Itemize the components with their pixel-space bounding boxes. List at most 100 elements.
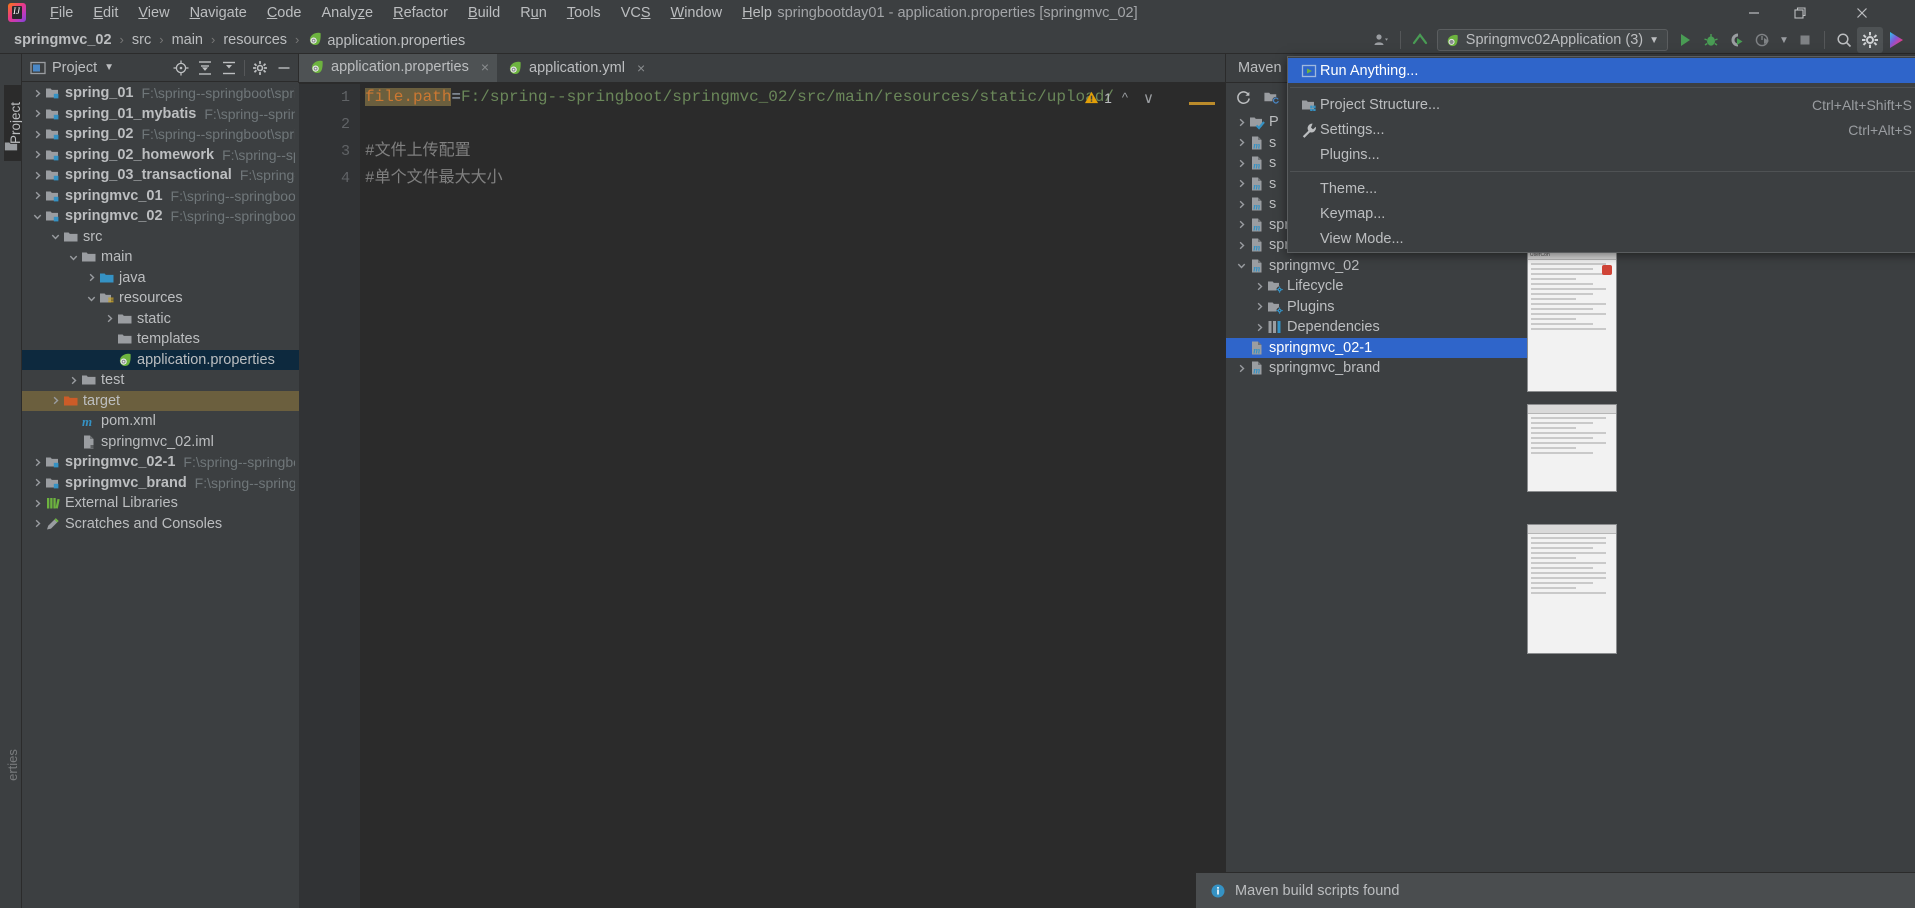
project-settings-gear-icon[interactable] [248, 56, 272, 80]
breadcrumb-item-main[interactable]: main [170, 30, 205, 50]
ide-settings-popup-menu[interactable]: Run Anything... Project Structure... Ctrl+… [1287, 56, 1915, 253]
chevron-right-icon[interactable] [30, 477, 44, 488]
tree-node-templates[interactable]: templates [22, 329, 299, 350]
code-line-2[interactable] [365, 111, 1225, 138]
tree-node-springmvc-brand[interactable]: springmvc_brand F:\spring--springbo [22, 473, 299, 494]
profiler-dropdown-icon[interactable]: ▼ [1776, 27, 1792, 53]
chevron-right-icon[interactable] [30, 149, 44, 160]
menu-item-code[interactable]: Code [257, 2, 312, 24]
menu-item-refactor[interactable]: Refactor [383, 2, 458, 24]
breadcrumb-item-src[interactable]: src [130, 30, 153, 50]
select-opened-file-button[interactable] [169, 56, 193, 80]
tree-node-resources[interactable]: resources [22, 288, 299, 309]
chevron-right-icon[interactable] [102, 313, 116, 324]
user-account-icon[interactable] [1368, 27, 1394, 53]
code-content[interactable]: file.path=F:/spring--springboot/springmv… [360, 84, 1225, 908]
close-icon[interactable]: × [481, 59, 489, 75]
menu-item-plugins[interactable]: Plugins... [1288, 142, 1915, 167]
chevron-down-icon[interactable] [48, 231, 62, 242]
menu-item-vcs[interactable]: VCS [611, 2, 661, 24]
chevron-down-icon[interactable] [66, 252, 80, 263]
settings-button[interactable] [1857, 27, 1883, 53]
preview-thumbnail-2[interactable] [1527, 404, 1617, 492]
close-button[interactable] [1839, 0, 1885, 26]
notification-bar[interactable]: Maven build scripts found [1196, 872, 1915, 908]
tree-node-src[interactable]: src [22, 227, 299, 248]
menu-item-edit[interactable]: Edit [83, 2, 128, 24]
chevron-up-icon[interactable]: ^ [1117, 90, 1133, 105]
chevron-right-icon[interactable] [30, 170, 44, 181]
chevron-down-icon[interactable] [84, 293, 98, 304]
editor-tab-application-properties[interactable]: application.properties × [299, 54, 498, 82]
menu-item-project-structure[interactable]: Project Structure... Ctrl+Alt+Shift+S [1288, 92, 1915, 117]
stop-button[interactable] [1792, 27, 1818, 53]
chevron-right-icon[interactable] [1234, 178, 1248, 189]
chevron-down-icon[interactable] [30, 211, 44, 222]
inspection-widget[interactable]: 1 ^ ∨ [1084, 84, 1161, 111]
chevron-right-icon[interactable] [1234, 199, 1248, 210]
tree-node-target[interactable]: target [22, 390, 299, 411]
chevron-down-icon[interactable]: ▼ [1649, 35, 1659, 46]
chevron-right-icon[interactable] [1234, 137, 1248, 148]
preview-thumbnail-3[interactable] [1527, 524, 1617, 654]
chevron-right-icon[interactable] [30, 190, 44, 201]
tree-node-test[interactable]: test [22, 370, 299, 391]
chevron-right-icon[interactable] [30, 108, 44, 119]
tree-node-external-libraries[interactable]: External Libraries [22, 493, 299, 514]
run-configuration-selector[interactable]: Springmvc02Application (3) ▼ [1436, 29, 1668, 51]
minimize-button[interactable] [1731, 0, 1777, 26]
preview-thumbnail-1[interactable]: UserCon [1527, 250, 1617, 392]
tree-node-static[interactable]: static [22, 309, 299, 330]
menu-item-build[interactable]: Build [458, 2, 510, 24]
chevron-right-icon[interactable] [30, 518, 44, 529]
chevron-down-icon[interactable]: ∨ [1138, 89, 1159, 107]
tree-node-spring-02-homework[interactable]: spring_02_homework F:\spring--sprin [22, 145, 299, 166]
collapse-all-button[interactable] [217, 56, 241, 80]
editor-tab-application-yml[interactable]: application.yml × [497, 54, 653, 82]
generate-sources-button[interactable] [1258, 84, 1284, 110]
tree-node-spring-02[interactable]: spring_02 F:\spring--springboot\sprin [22, 124, 299, 145]
tree-node-scratches-and-consoles[interactable]: Scratches and Consoles [22, 514, 299, 535]
tree-node-java[interactable]: java [22, 268, 299, 289]
chevron-right-icon[interactable] [1234, 158, 1248, 169]
folder-icon[interactable] [4, 139, 18, 153]
menu-item-run[interactable]: Run [510, 2, 557, 24]
tree-node-springmvc-02[interactable]: springmvc_02 F:\spring--springboot\s [22, 206, 299, 227]
tree-node-springmvc-01[interactable]: springmvc_01 F:\spring--springboot\s [22, 186, 299, 207]
search-everywhere-button[interactable] [1831, 27, 1857, 53]
chevron-right-icon[interactable] [48, 395, 62, 406]
run-with-coverage-button[interactable] [1724, 27, 1750, 53]
chevron-right-icon[interactable] [30, 129, 44, 140]
debug-button[interactable] [1698, 27, 1724, 53]
hide-panel-button[interactable] [272, 56, 296, 80]
chevron-right-icon[interactable] [1234, 363, 1248, 374]
tree-node-spring-01[interactable]: spring_01 F:\spring--springboot\spring [22, 83, 299, 104]
breadcrumb-item-application-properties[interactable]: application.properties [305, 29, 467, 51]
ide-assistant-button[interactable] [1883, 27, 1909, 53]
menu-item-theme[interactable]: Theme... [1288, 176, 1915, 201]
menu-item-settings[interactable]: Settings... Ctrl+Alt+S [1288, 117, 1915, 142]
tree-node-application-properties[interactable]: application.properties [22, 349, 299, 370]
menu-item-view-mode[interactable]: View Mode... [1288, 226, 1915, 251]
tree-node-pom-xml[interactable]: m pom.xml [22, 411, 299, 432]
chevron-right-icon[interactable] [30, 88, 44, 99]
run-button[interactable] [1672, 27, 1698, 53]
close-icon[interactable]: × [637, 60, 645, 76]
menu-item-navigate[interactable]: Navigate [180, 2, 257, 24]
project-tree[interactable]: spring_01F:\spring--springboot\springspr… [22, 83, 299, 908]
menu-item-file[interactable]: File [40, 2, 83, 24]
chevron-down-icon[interactable]: ▼ [104, 62, 114, 73]
chevron-right-icon[interactable] [1252, 322, 1266, 333]
menu-item-help[interactable]: Help [732, 2, 782, 24]
menu-item-tools[interactable]: Tools [557, 2, 611, 24]
chevron-right-icon[interactable] [30, 498, 44, 509]
update-arrow-icon[interactable] [1407, 27, 1433, 53]
menu-item-run-anything[interactable]: Run Anything... [1288, 58, 1915, 83]
breadcrumb-item-springmvc-02[interactable]: springmvc_02 [12, 30, 114, 50]
tree-node-spring-03-transactional[interactable]: spring_03_transactional F:\spring--spr [22, 165, 299, 186]
reload-projects-button[interactable] [1230, 84, 1256, 110]
tree-node-springmvc-02-1[interactable]: springmvc_02-1 F:\spring--springboot [22, 452, 299, 473]
menu-item-view[interactable]: View [128, 2, 179, 24]
chevron-right-icon[interactable] [1234, 117, 1248, 128]
chevron-right-icon[interactable] [66, 375, 80, 386]
